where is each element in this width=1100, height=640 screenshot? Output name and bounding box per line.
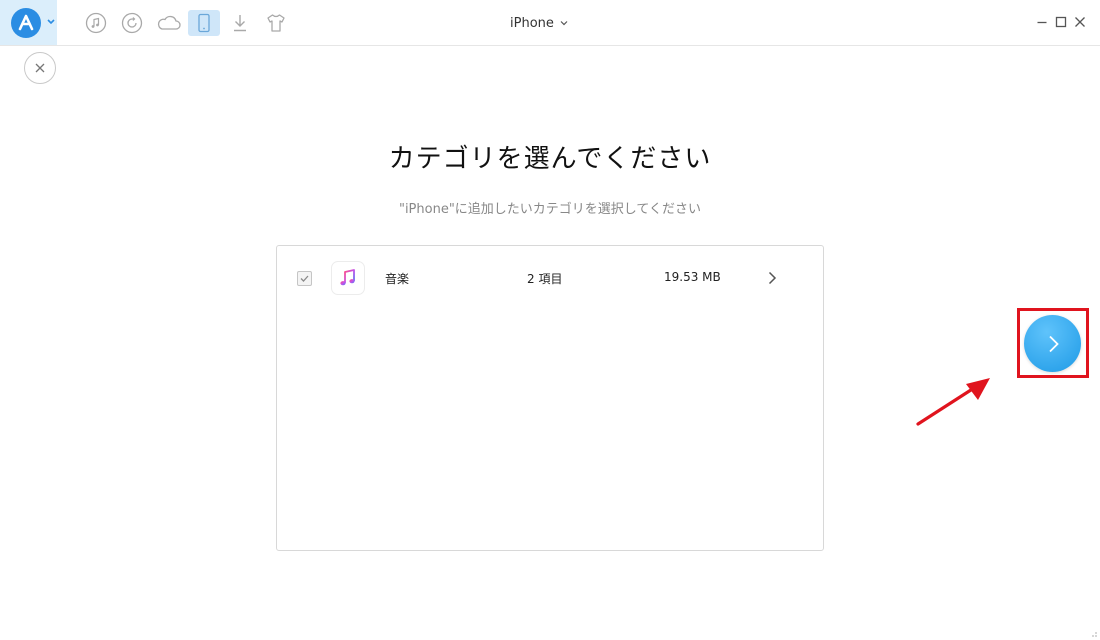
close-icon bbox=[35, 63, 45, 73]
app-logo-button[interactable] bbox=[0, 0, 57, 45]
chevron-down-icon bbox=[560, 21, 568, 26]
device-tool-button[interactable] bbox=[188, 10, 220, 36]
page-title: カテゴリを選んでください bbox=[388, 144, 712, 174]
apple-music-icon bbox=[331, 261, 365, 295]
window-close-button[interactable] bbox=[1072, 14, 1088, 30]
history-tool-button[interactable] bbox=[120, 11, 144, 35]
top-toolbar: iPhone bbox=[0, 0, 1100, 46]
category-row-music[interactable]: 音楽 2 項目 19.53 MB bbox=[277, 258, 823, 298]
minimize-button[interactable] bbox=[1034, 14, 1050, 30]
category-name: 音楽 bbox=[385, 272, 410, 286]
minimize-icon bbox=[1037, 21, 1047, 24]
annotation-arrow-icon bbox=[916, 378, 990, 426]
app-logo-icon bbox=[11, 8, 41, 38]
chevron-right-icon[interactable] bbox=[764, 270, 780, 286]
cloud-icon bbox=[157, 15, 181, 30]
checkmark-icon bbox=[300, 275, 309, 282]
page-subtitle: "iPhone"に追加したいカテゴリを選択してください bbox=[398, 202, 702, 217]
resize-grip-icon[interactable] bbox=[1088, 628, 1098, 638]
category-list: 音楽 2 項目 19.53 MB bbox=[276, 245, 824, 551]
device-name: iPhone bbox=[510, 15, 554, 31]
device-selector[interactable]: iPhone bbox=[510, 14, 569, 32]
category-size: 19.53 MB bbox=[664, 270, 721, 284]
chevron-down-icon bbox=[47, 19, 55, 25]
download-tool-button[interactable] bbox=[228, 11, 252, 35]
ringtone-tool-button[interactable] bbox=[264, 11, 288, 35]
category-checkbox[interactable] bbox=[297, 271, 312, 286]
music-tool-button[interactable] bbox=[84, 11, 108, 35]
history-icon bbox=[121, 12, 143, 34]
maximize-button[interactable] bbox=[1053, 14, 1069, 30]
phone-icon bbox=[198, 13, 210, 33]
download-icon bbox=[234, 15, 246, 32]
dialog-close-button[interactable] bbox=[24, 52, 56, 84]
close-icon bbox=[1075, 17, 1085, 27]
tshirt-icon bbox=[267, 14, 285, 32]
cloud-tool-button[interactable] bbox=[156, 11, 182, 35]
category-count: 2 項目 bbox=[527, 272, 563, 286]
maximize-icon bbox=[1055, 16, 1067, 28]
music-icon bbox=[85, 12, 107, 34]
annotation-highlight-box bbox=[1017, 308, 1089, 378]
